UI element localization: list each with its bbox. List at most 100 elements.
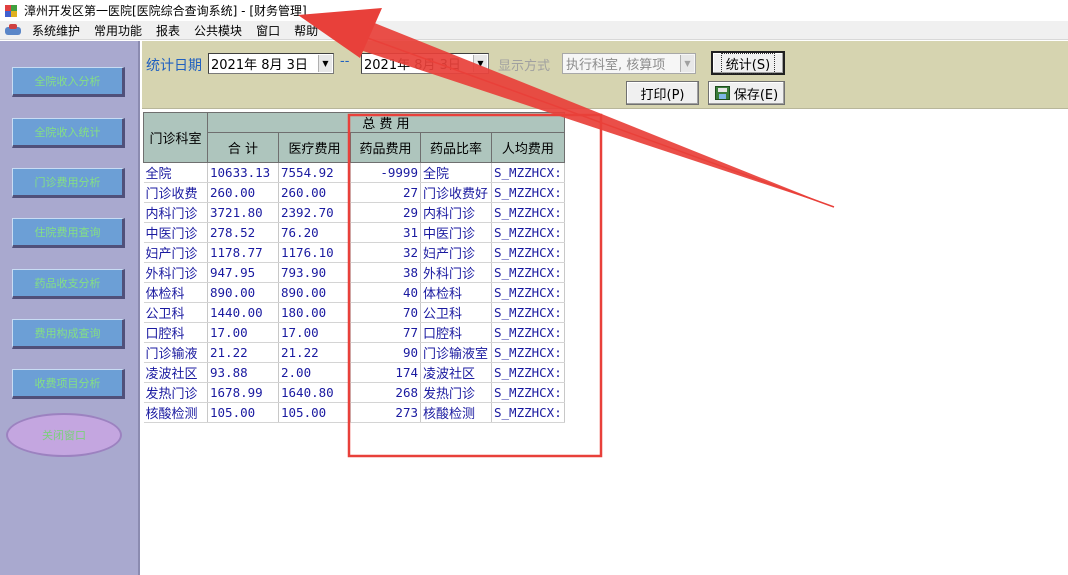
cell-medical[interactable]: 17.00 [278,322,351,343]
cell-per-capita[interactable]: S_MZZHCX: [491,382,565,403]
table-row[interactable]: 外科门诊 947.95 793.90 38 外科门诊 S_MZZHCX: [143,262,565,283]
cell-dept[interactable]: 发热门诊 [143,382,208,403]
menu-system[interactable]: 系统维护 [25,22,87,39]
menu-window[interactable]: 窗口 [249,22,287,39]
cell-drug[interactable]: 32 [350,242,421,263]
cell-drug-ratio[interactable]: 中医门诊 [420,222,492,243]
table-row[interactable]: 核酸检测 105.00 105.00 273 核酸检测 S_MZZHCX: [143,402,565,423]
cell-dept[interactable]: 凌波社区 [143,362,208,383]
cell-drug[interactable]: 40 [350,282,421,303]
cell-drug[interactable]: -9999 [350,162,421,183]
cell-per-capita[interactable]: S_MZZHCX: [491,402,565,423]
statistics-button[interactable]: 统计(S) [711,51,785,75]
column-header-medical[interactable]: 医疗费用 [278,132,351,163]
cell-per-capita[interactable]: S_MZZHCX: [491,202,565,223]
cell-dept[interactable]: 体检科 [143,282,208,303]
cell-dept[interactable]: 全院 [143,162,208,183]
cell-medical[interactable]: 2.00 [278,362,351,383]
cell-medical[interactable]: 7554.92 [278,162,351,183]
cell-drug[interactable]: 77 [350,322,421,343]
cell-medical[interactable]: 21.22 [278,342,351,363]
cell-total[interactable]: 3721.80 [207,202,279,223]
mdi-child-icon[interactable] [5,23,21,37]
sidebar-item-cost-structure[interactable]: 费用构成查询 [12,319,125,349]
table-row[interactable]: 内科门诊 3721.80 2392.70 29 内科门诊 S_MZZHCX: [143,202,565,223]
cell-total[interactable]: 17.00 [207,322,279,343]
cell-total[interactable]: 890.00 [207,282,279,303]
table-row[interactable]: 体检科 890.00 890.00 40 体检科 S_MZZHCX: [143,282,565,303]
save-button[interactable]: 保存(E) [708,81,785,105]
cell-total[interactable]: 947.95 [207,262,279,283]
cell-drug[interactable]: 31 [350,222,421,243]
cell-per-capita[interactable]: S_MZZHCX: [491,342,565,363]
cell-per-capita[interactable]: S_MZZHCX: [491,162,565,183]
cell-medical[interactable]: 2392.70 [278,202,351,223]
cell-total[interactable]: 1440.00 [207,302,279,323]
column-header-drug-ratio[interactable]: 药品比率 [420,132,492,163]
sidebar-item-outpatient-analysis[interactable]: 门诊费用分析 [12,168,125,198]
column-header-drug[interactable]: 药品费用 [350,132,421,163]
cell-medical[interactable]: 105.00 [278,402,351,423]
menu-help[interactable]: 帮助 [287,22,325,39]
menu-report[interactable]: 报表 [149,22,187,39]
sidebar-item-revenue-analysis[interactable]: 全院收入分析 [12,67,125,97]
cell-dept[interactable]: 核酸检测 [143,402,208,423]
date-from-picker[interactable]: 2021年 8月 3日 ▼ [208,53,334,74]
cell-drug[interactable]: 70 [350,302,421,323]
cell-per-capita[interactable]: S_MZZHCX: [491,302,565,323]
column-header-per-capita[interactable]: 人均费用 [491,132,565,163]
cell-per-capita[interactable]: S_MZZHCX: [491,242,565,263]
cell-medical[interactable]: 793.90 [278,262,351,283]
chevron-down-icon[interactable]: ▼ [318,55,332,72]
cell-per-capita[interactable]: S_MZZHCX: [491,222,565,243]
chevron-down-icon[interactable]: ▼ [680,55,694,72]
sidebar-item-drug-analysis[interactable]: 药品收支分析 [12,269,125,299]
cell-drug-ratio[interactable]: 全院 [420,162,492,183]
cell-drug-ratio[interactable]: 体检科 [420,282,492,303]
cell-dept[interactable]: 口腔科 [143,322,208,343]
cell-per-capita[interactable]: S_MZZHCX: [491,322,565,343]
cell-dept[interactable]: 内科门诊 [143,202,208,223]
table-row[interactable]: 门诊收费 260.00 260.00 27 门诊收费好 S_MZZHCX: [143,182,565,203]
menu-common[interactable]: 常用功能 [87,22,149,39]
cell-medical[interactable]: 180.00 [278,302,351,323]
table-row[interactable]: 口腔科 17.00 17.00 77 口腔科 S_MZZHCX: [143,322,565,343]
cell-drug-ratio[interactable]: 发热门诊 [420,382,492,403]
data-grid[interactable]: 门诊科室 总 费 用 合 计 医疗费用 药品费用 药品比率 人均费用 全院 106… [143,112,565,423]
cell-drug[interactable]: 90 [350,342,421,363]
cell-dept[interactable]: 公卫科 [143,302,208,323]
cell-per-capita[interactable]: S_MZZHCX: [491,282,565,303]
table-row[interactable]: 门诊输液 21.22 21.22 90 门诊输液室 S_MZZHCX: [143,342,565,363]
cell-total[interactable]: 1178.77 [207,242,279,263]
cell-medical[interactable]: 1176.10 [278,242,351,263]
cell-drug-ratio[interactable]: 凌波社区 [420,362,492,383]
display-mode-select[interactable]: 执行科室, 核算项 ▼ [562,53,696,74]
cell-drug-ratio[interactable]: 内科门诊 [420,202,492,223]
cell-drug-ratio[interactable]: 外科门诊 [420,262,492,283]
cell-per-capita[interactable]: S_MZZHCX: [491,362,565,383]
cell-drug[interactable]: 38 [350,262,421,283]
cell-dept[interactable]: 门诊收费 [143,182,208,203]
cell-medical[interactable]: 76.20 [278,222,351,243]
cell-total[interactable]: 10633.13 [207,162,279,183]
table-row[interactable]: 凌波社区 93.88 2.00 174 凌波社区 S_MZZHCX: [143,362,565,383]
sidebar-item-charge-items[interactable]: 收费项目分析 [12,369,125,399]
cell-medical[interactable]: 890.00 [278,282,351,303]
cell-per-capita[interactable]: S_MZZHCX: [491,262,565,283]
cell-drug[interactable]: 268 [350,382,421,403]
cell-drug[interactable]: 273 [350,402,421,423]
cell-dept[interactable]: 外科门诊 [143,262,208,283]
cell-total[interactable]: 260.00 [207,182,279,203]
cell-dept[interactable]: 门诊输液 [143,342,208,363]
cell-drug[interactable]: 174 [350,362,421,383]
date-to-picker[interactable]: 2021年 8月 3日 ▼ [361,53,489,74]
chevron-down-icon[interactable]: ▼ [473,55,487,72]
cell-total[interactable]: 1678.99 [207,382,279,403]
table-row[interactable]: 妇产门诊 1178.77 1176.10 32 妇产门诊 S_MZZHCX: [143,242,565,263]
cell-drug-ratio[interactable]: 门诊收费好 [420,182,492,203]
cell-drug-ratio[interactable]: 核酸检测 [420,402,492,423]
cell-drug[interactable]: 29 [350,202,421,223]
cell-drug[interactable]: 27 [350,182,421,203]
print-button[interactable]: 打印(P) [626,81,699,105]
cell-dept[interactable]: 妇产门诊 [143,242,208,263]
